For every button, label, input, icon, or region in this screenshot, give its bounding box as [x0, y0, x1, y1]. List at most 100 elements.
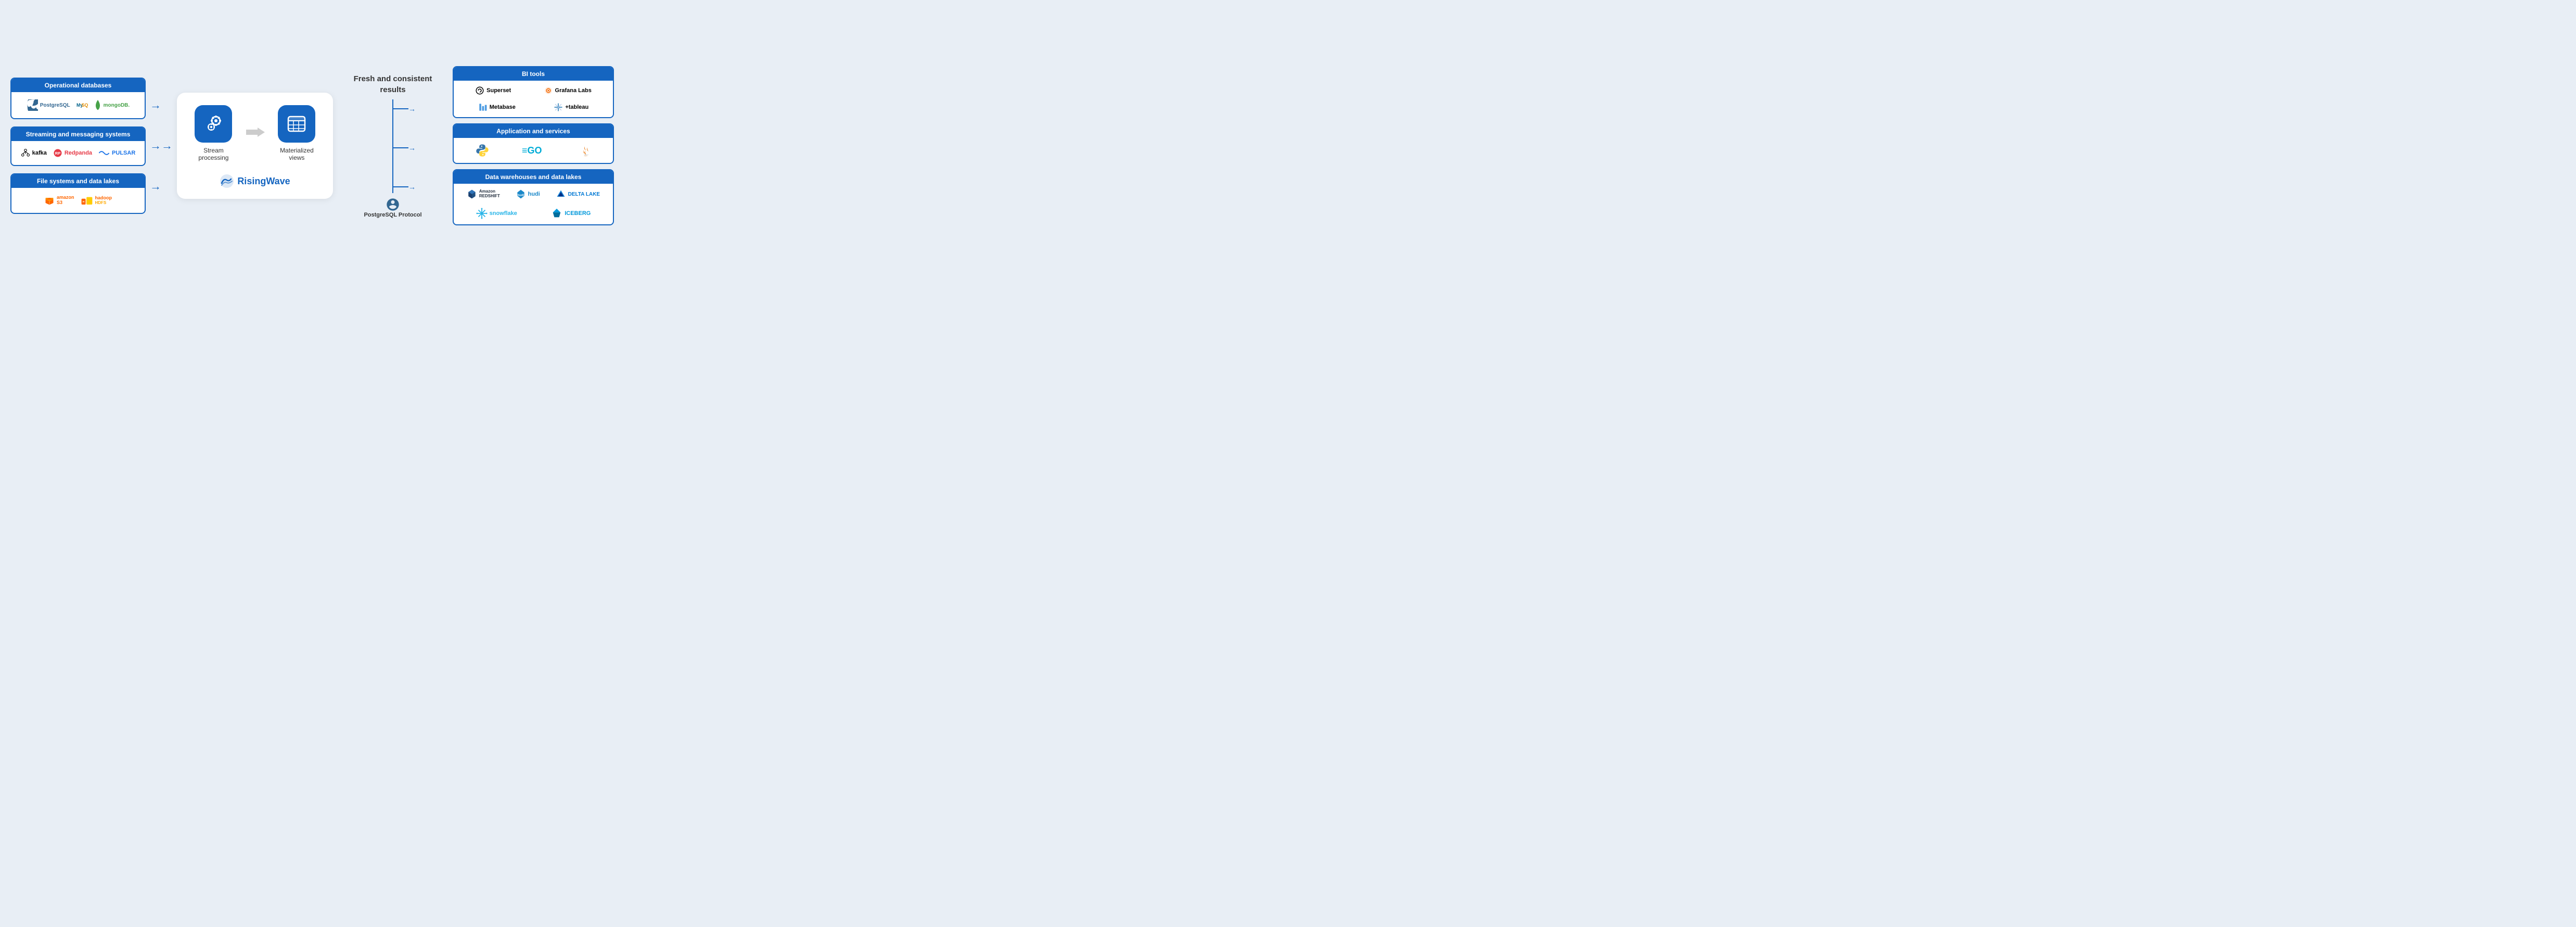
- stream-processing-icon-box: [195, 105, 232, 143]
- postgresql-logo: PostgreSQL: [27, 99, 70, 111]
- center-arrow-icon: [246, 127, 265, 140]
- gears-icon: [203, 113, 224, 134]
- mongodb-text: mongoDB.: [104, 103, 130, 108]
- grafana-logo: Grafana Labs: [544, 86, 592, 95]
- java-logo: [580, 143, 592, 158]
- svg-text:hudi: hudi: [517, 194, 524, 197]
- amazons3-icon: [44, 195, 55, 206]
- data-warehouses-row1: Amazon REDSHIFT hudi hudi: [461, 189, 606, 199]
- branch-arrow-top: →: [408, 105, 416, 113]
- svg-text:H: H: [82, 200, 84, 204]
- metabase-text: Metabase: [490, 104, 516, 110]
- streaming-systems-body: kafka RP Redpanda PULSAR: [11, 141, 145, 165]
- stream-processing-label: Stream processing: [191, 147, 236, 161]
- app-services-box: Application and services ≡GO: [453, 123, 614, 164]
- pulsar-icon: [98, 149, 110, 157]
- grafana-icon: [544, 86, 553, 95]
- filesystems-header: File systems and data lakes: [11, 174, 145, 188]
- center-icons-row: Stream processing: [191, 105, 318, 161]
- middle-section: Fresh and consistent results → → →: [341, 73, 444, 218]
- redpanda-logo: RP Redpanda: [53, 148, 92, 158]
- pg-protocol-wrap: PostgreSQL Protocol: [364, 197, 421, 218]
- hadoop-logo: H hadoop HDFS: [81, 195, 112, 206]
- left-to-center-arrows: → →→ →: [146, 98, 177, 193]
- app-services-row: ≡GO: [461, 143, 606, 158]
- mysql-icon: My SQL: [76, 101, 88, 109]
- superset-logo: Superset: [475, 86, 511, 95]
- branch-arrow-mid: →: [408, 144, 416, 152]
- risingwave-icon: [220, 174, 234, 188]
- bi-tools-body: Superset Grafana Labs: [454, 81, 613, 117]
- python-logo: [475, 143, 490, 158]
- mongodb-icon: [94, 100, 101, 110]
- filesystems-box: File systems and data lakes amazon S3: [10, 173, 146, 214]
- hadoop-text: hadoop HDFS: [95, 196, 112, 206]
- amazons3-logo: amazon S3: [44, 195, 74, 206]
- branch-line-bot: [393, 186, 408, 187]
- fresh-results-wrap: Fresh and consistent results: [341, 73, 444, 95]
- data-warehouses-box: Data warehouses and data lakes Amazon RE…: [453, 169, 614, 225]
- redshift-icon: [467, 189, 477, 199]
- bi-tools-row2: Metabase +tableau: [461, 103, 606, 112]
- branch-arrow-bot: →: [408, 183, 416, 191]
- tableau-text: +tableau: [565, 104, 588, 110]
- svg-text:≡GO: ≡GO: [522, 145, 542, 156]
- grafana-text: Grafana Labs: [555, 87, 592, 94]
- operational-databases-box: Operational databases PostgreSQL My SQL: [10, 78, 146, 119]
- snowflake-icon: [476, 208, 488, 219]
- branch-line-mid: [393, 147, 408, 148]
- diagram: Operational databases PostgreSQL My SQL: [10, 66, 614, 225]
- arrow3: →: [150, 180, 173, 193]
- deltalake-text: DELTA LAKE: [568, 192, 600, 197]
- arrow1: →: [150, 98, 173, 112]
- pulsar-text: PULSAR: [112, 150, 135, 156]
- metabase-logo: Metabase: [478, 103, 516, 112]
- iceberg-text: ICEBERG: [565, 210, 591, 217]
- mongodb-logo: mongoDB.: [94, 100, 130, 110]
- operational-databases-header: Operational databases: [11, 79, 145, 92]
- kafka-logo: kafka: [21, 148, 47, 158]
- mysql-logo: My SQL: [76, 101, 88, 109]
- bi-tools-box: BI tools Superset: [453, 66, 614, 118]
- app-services-body: ≡GO: [454, 138, 613, 163]
- risingwave-brand: RisingWave: [220, 174, 290, 188]
- deltalake-icon: [556, 189, 566, 199]
- fresh-results-text: Fresh and consistent results: [341, 73, 444, 95]
- center-processing-box: Stream processing: [177, 93, 333, 199]
- redshift-logo: Amazon REDSHIFT: [467, 189, 500, 199]
- streaming-systems-header: Streaming and messaging systems: [11, 128, 145, 141]
- center-gray-arrow: [246, 127, 265, 137]
- iceberg-logo: ICEBERG: [551, 208, 591, 219]
- snowflake-logo: snowflake: [476, 208, 517, 219]
- postgresql-text: PostgreSQL: [40, 103, 70, 108]
- redshift-text: Amazon REDSHIFT: [479, 189, 500, 199]
- superset-text: Superset: [486, 87, 511, 94]
- deltalake-logo: DELTA LAKE: [556, 189, 600, 199]
- metabase-icon: [478, 103, 488, 112]
- hudi-logo: hudi hudi: [516, 189, 540, 199]
- materialized-views-wrap: Materialized views: [275, 105, 318, 161]
- data-warehouses-header: Data warehouses and data lakes: [454, 170, 613, 184]
- table-icon: [286, 113, 307, 134]
- hudi-icon: hudi: [516, 189, 526, 199]
- golang-logo: ≡GO: [522, 145, 548, 156]
- branch-container: → → →: [372, 99, 414, 193]
- java-icon: [580, 143, 592, 158]
- materialized-views-icon-box: [278, 105, 315, 143]
- app-services-header: Application and services: [454, 124, 613, 138]
- hadoop-icon: H: [81, 195, 93, 206]
- postgresql-icon: [27, 99, 38, 111]
- branch-line-top: [393, 108, 408, 109]
- right-column: BI tools Superset: [453, 66, 614, 225]
- tableau-logo: +tableau: [554, 103, 588, 112]
- iceberg-icon: [551, 208, 562, 219]
- bi-tools-row1: Superset Grafana Labs: [461, 86, 606, 95]
- hudi-text: hudi: [528, 191, 540, 197]
- svg-text:RP: RP: [55, 151, 60, 156]
- redpanda-icon: RP: [53, 148, 62, 158]
- top-branch: →: [393, 105, 416, 113]
- middle-branch: →: [393, 144, 416, 152]
- python-icon: [475, 143, 490, 158]
- pg-protocol-text: PostgreSQL Protocol: [364, 212, 421, 218]
- operational-databases-body: PostgreSQL My SQL mongoDB.: [11, 92, 145, 118]
